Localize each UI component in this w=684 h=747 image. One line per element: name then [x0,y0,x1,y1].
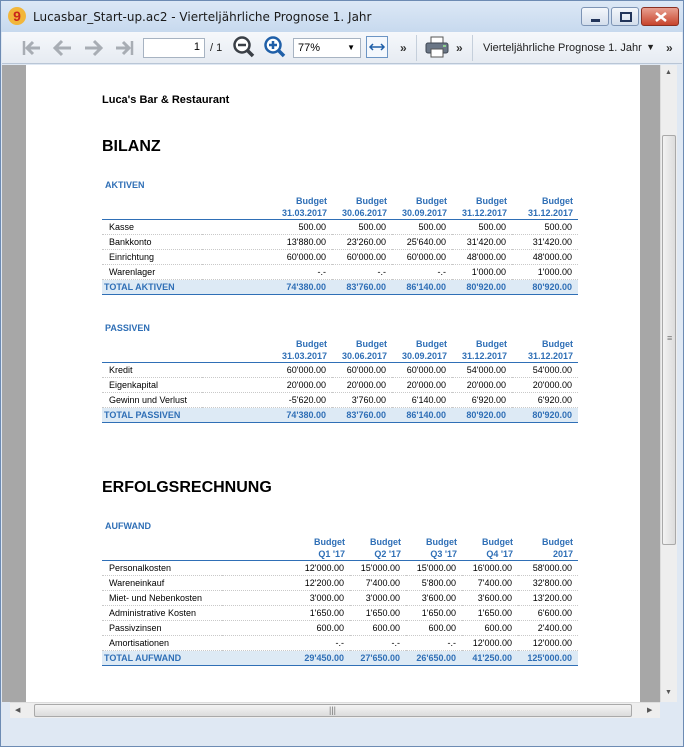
total-row: TOTAL PASSIVEN 74'380.00 83'760.00 86'140.0… [102,407,578,423]
page-number-input[interactable]: 1 [143,38,205,58]
column-header: Budget 30.09.2017 [392,195,452,220]
printer-icon [425,36,449,58]
fit-width-button[interactable] [366,36,388,58]
column-header: Budget 30.09.2017 [392,338,452,363]
horizontal-scroll-thumb[interactable]: ||| [34,704,632,717]
previous-page-button[interactable] [51,37,73,59]
table-row: Bankkonto 13'880.00 23'260.00 25'640.00 31'4… [102,234,578,250]
scroll-left-icon[interactable]: ◀ [15,706,20,714]
bilanz-title: BILANZ [102,138,161,155]
table-header-row: Budget 31.03.2017 Budget 30.06.2017 Budget… [102,338,578,363]
maximize-button[interactable] [611,7,639,26]
column-header: Budget 2017 [518,536,578,561]
table-row: Eigenkapital 20'000.00 20'000.00 20'000.00 2… [102,377,578,393]
passiven-table: Budget 31.03.2017 Budget 30.06.2017 Budget… [102,338,578,423]
table-row: Miet- und Nebenkosten 3'000.00 3'000.00 3'6… [102,590,578,606]
table-row: Gewinn und Verlust -5'620.00 3'760.00 6'140… [102,392,578,408]
horizontal-scrollbar[interactable]: ◀ ||| ▶ [10,702,660,718]
chevron-down-icon: ▼ [646,42,655,52]
scroll-down-icon[interactable]: ▼ [665,689,672,696]
scroll-up-icon[interactable]: ▲ [665,69,672,76]
zoom-value: 77% [298,42,321,54]
column-header: Budget Q1 '17 [222,536,350,561]
viewport-gutter [2,65,10,702]
total-row: TOTAL AKTIVEN 74'380.00 83'760.00 86'140.00… [102,279,578,295]
svg-text:9: 9 [13,8,21,24]
scroll-right-icon[interactable]: ▶ [647,706,652,714]
table-row: Einrichtung 60'000.00 60'000.00 60'000.00 48… [102,249,578,265]
status-bar [2,718,682,746]
zoom-in-button[interactable] [263,36,287,58]
aktiven-label: AKTIVEN [105,180,145,190]
column-header: Budget Q2 '17 [350,536,406,561]
first-page-button[interactable] [21,37,43,59]
fit-width-icon [368,43,386,51]
document-viewport: Luca's Bar & Restaurant BILANZ AKTIVEN B… [10,65,660,702]
app-logo-icon: 9 [8,7,26,25]
print-button[interactable] [424,35,450,59]
vertical-scrollbar[interactable]: ▲ ≡ ▼ [660,65,677,702]
passiven-label: PASSIVEN [105,323,150,333]
aufwand-table: Budget Q1 '17 Budget Q2 '17 Budget Q3 '17 B… [102,536,578,666]
vertical-scroll-thumb[interactable]: ≡ [662,135,676,545]
table-row: Amortisationen -.- -.- -.- 12'000.00 12'000.0… [102,635,578,651]
close-icon [655,12,667,22]
zoom-out-icon [233,36,255,58]
table-row: Kasse 500.00 500.00 500.00 500.00 500.00 [102,219,578,235]
aktiven-table: Budget 31.03.2017 Budget 30.06.2017 Budget… [102,195,578,295]
column-header: Budget 31.12.2017 [512,338,578,363]
report-select[interactable]: Vierteljährliche Prognose 1. Jahr ▼ [479,37,659,59]
total-row: TOTAL AUFWAND 29'450.00 27'650.00 26'650.00… [102,650,578,666]
zoom-select[interactable]: 77% ▼ [293,38,361,58]
toolbar-separator [472,35,473,61]
previous-page-icon [52,39,71,57]
column-header: Budget 31.12.2017 [452,338,512,363]
minimize-button[interactable] [581,7,609,26]
window-title: Lucasbar_Start-up.ac2 - Vierteljährliche… [33,10,372,24]
first-page-icon [22,40,40,56]
chevron-down-icon: ▼ [347,43,355,52]
app-window: 9 Lucasbar_Start-up.ac2 - Vierteljährlic… [0,0,684,747]
title-bar: 9 Lucasbar_Start-up.ac2 - Vierteljährlic… [1,1,683,32]
more-tools-button[interactable]: » [400,41,407,55]
last-page-icon [116,40,134,56]
zoom-in-icon [264,36,286,58]
grip-icon: ||| [329,705,337,715]
next-page-button[interactable] [83,37,105,59]
table-row: Administrative Kosten 1'650.00 1'650.00 1'6… [102,605,578,621]
table-row: Passivzinsen 600.00 600.00 600.00 600.00 2'40… [102,620,578,636]
next-page-icon [85,39,104,57]
report-name: Vierteljährliche Prognose 1. Jahr [483,42,642,54]
maximize-icon [620,12,632,22]
more-options-button[interactable]: » [666,41,673,55]
grip-icon: ≡ [667,333,673,343]
zoom-out-button[interactable] [232,36,256,58]
minimize-icon [591,19,600,22]
column-header: Budget 31.03.2017 [202,338,332,363]
column-header: Budget 31.12.2017 [512,195,578,220]
close-button[interactable] [641,7,679,26]
column-header: Budget 30.06.2017 [332,195,392,220]
column-header: Budget Q3 '17 [406,536,462,561]
column-header: Budget 30.06.2017 [332,338,392,363]
page-total-label: / 1 [210,42,223,54]
table-row: Kredit 60'000.00 60'000.00 60'000.00 54'000.… [102,362,578,378]
last-page-button[interactable] [113,37,135,59]
report-page: Luca's Bar & Restaurant BILANZ AKTIVEN B… [26,65,640,702]
company-name: Luca's Bar & Restaurant [102,94,230,106]
more-print-options-button[interactable]: » [456,41,463,55]
erfolgsrechnung-title: ERFOLGSRECHNUNG [102,479,272,496]
column-header: Budget 31.12.2017 [452,195,512,220]
aufwand-label: AUFWAND [105,521,151,531]
table-row: Warenlager -.- -.- -.- 1'000.00 1'000.00 [102,264,578,280]
table-header-row: Budget Q1 '17 Budget Q2 '17 Budget Q3 '17 B… [102,536,578,561]
column-header: Budget 31.03.2017 [202,195,332,220]
table-header-row: Budget 31.03.2017 Budget 30.06.2017 Budget… [102,195,578,220]
toolbar-separator [416,35,417,61]
table-row: Wareneinkauf 12'200.00 7'400.00 5'800.00 7'4… [102,575,578,591]
column-header: Budget Q4 '17 [462,536,518,561]
table-row: Personalkosten 12'000.00 15'000.00 15'000.0… [102,560,578,576]
